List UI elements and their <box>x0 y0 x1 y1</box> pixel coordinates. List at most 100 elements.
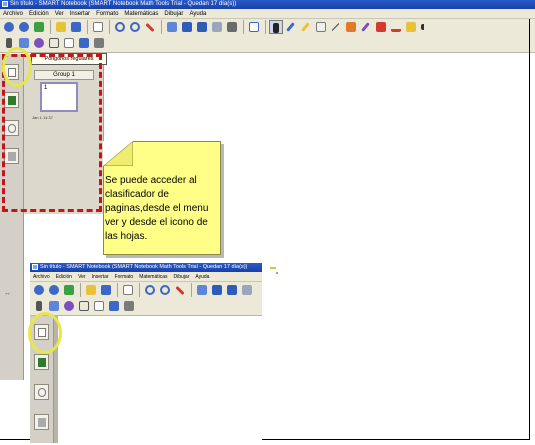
page-icon[interactable] <box>62 36 76 50</box>
stray-mark <box>270 267 276 269</box>
text-icon[interactable] <box>389 20 403 34</box>
redo-icon[interactable] <box>158 283 172 297</box>
back-icon[interactable] <box>32 283 46 297</box>
table-icon[interactable] <box>247 20 261 34</box>
smart-notebook-app-icon <box>32 264 38 270</box>
redo-icon[interactable] <box>128 20 142 34</box>
shapes-icon[interactable] <box>62 299 76 313</box>
line-icon[interactable] <box>329 20 343 34</box>
second-toolbar-row-1 <box>32 283 255 299</box>
note-text: Se puede acceder al clasificador de pagi… <box>105 175 209 242</box>
dual-screen-icon[interactable] <box>195 20 209 34</box>
gallery-icon[interactable] <box>92 36 106 50</box>
toolbar-separator <box>191 283 192 297</box>
attachments-icon <box>38 388 46 397</box>
gallery-tab[interactable] <box>34 354 49 370</box>
toolbar-separator <box>139 283 140 297</box>
menu-ver[interactable]: Ver <box>52 9 67 18</box>
text-tool-icon[interactable] <box>77 299 91 313</box>
canvas-right-border <box>529 19 530 439</box>
menu-ayuda[interactable]: Ayuda <box>186 9 209 18</box>
undo-icon[interactable] <box>113 20 127 34</box>
capture-icon[interactable] <box>240 283 254 297</box>
open-icon[interactable] <box>54 20 68 34</box>
gallery-icon[interactable] <box>122 299 136 313</box>
window-title: Sin título - SMART Notebook (SMART Noteb… <box>10 1 237 7</box>
menu-archivo[interactable]: Archivo <box>30 272 53 281</box>
screen-shade-icon[interactable] <box>195 283 209 297</box>
stray-dot <box>276 272 278 274</box>
page-icon[interactable] <box>92 299 106 313</box>
select-icon[interactable] <box>269 20 283 34</box>
eraser-icon[interactable] <box>314 20 328 34</box>
toolbar-separator <box>117 283 118 297</box>
menu-ver[interactable]: Ver <box>75 272 89 281</box>
document-camera-icon[interactable] <box>225 20 239 34</box>
paste-icon[interactable] <box>121 283 135 297</box>
menu-dibujar[interactable]: Dibujar <box>161 9 186 18</box>
dual-screen-icon[interactable] <box>225 283 239 297</box>
toolbar-separator <box>161 20 162 34</box>
add-page-icon[interactable] <box>32 20 46 34</box>
menu-archivo[interactable]: Archivo <box>0 9 26 18</box>
more-icon[interactable] <box>419 20 433 34</box>
menu-dibujar[interactable]: Dibujar <box>171 272 193 281</box>
fill-icon[interactable] <box>374 20 388 34</box>
resize-handle-icon[interactable]: ↔ <box>4 290 11 297</box>
delete-icon[interactable] <box>173 283 187 297</box>
delete-icon[interactable] <box>143 20 157 34</box>
main-toolbar <box>0 19 535 53</box>
gallery-icon <box>38 358 46 367</box>
text-tool-icon[interactable] <box>47 36 61 50</box>
toolbar-separator <box>80 283 81 297</box>
menu-insertar[interactable]: Insertar <box>89 272 112 281</box>
forward-icon[interactable] <box>47 283 61 297</box>
second-toolbar <box>30 282 262 316</box>
menu-edicion[interactable]: Edición <box>26 9 52 18</box>
highlight-circle <box>2 47 32 87</box>
open-icon[interactable] <box>84 283 98 297</box>
callout-note: Se puede acceder al clasificador de pagi… <box>103 141 221 255</box>
toolbar-separator <box>109 20 110 34</box>
screen-shade-icon[interactable] <box>165 20 179 34</box>
toolbar-separator <box>87 20 88 34</box>
shapes-icon[interactable] <box>32 36 46 50</box>
second-window-screenshot: Sin título - SMART Notebook (SMART Noteb… <box>30 263 262 443</box>
attachments-tab[interactable] <box>34 384 49 400</box>
sigma-icon[interactable] <box>32 299 46 313</box>
smart-notebook-app-icon <box>2 1 8 7</box>
toolbar-row-1 <box>2 20 434 36</box>
edit-icon[interactable] <box>107 299 121 313</box>
capture-icon[interactable] <box>210 20 224 34</box>
menu-edicion[interactable]: Edición <box>53 272 75 281</box>
edit-icon[interactable] <box>77 36 91 50</box>
undo-icon[interactable] <box>143 283 157 297</box>
save-icon[interactable] <box>69 20 83 34</box>
magic-pen-icon[interactable] <box>359 20 373 34</box>
measure-icon[interactable] <box>47 299 61 313</box>
full-screen-icon[interactable] <box>210 283 224 297</box>
add-page-icon[interactable] <box>62 283 76 297</box>
back-icon[interactable] <box>2 20 16 34</box>
menu-formato[interactable]: Formato <box>112 272 137 281</box>
menu-insertar[interactable]: Insertar <box>67 9 93 18</box>
menu-matematicas[interactable]: Matemáticas <box>121 9 161 18</box>
paste-icon[interactable] <box>91 20 105 34</box>
pen-icon[interactable] <box>284 20 298 34</box>
menu-matematicas[interactable]: Matemáticas <box>136 272 170 281</box>
screenshot-root: Sin título - SMART Notebook (SMART Noteb… <box>0 0 535 445</box>
save-icon[interactable] <box>99 283 113 297</box>
toolbar-separator <box>50 20 51 34</box>
window-title-bar: Sin título - SMART Notebook (SMART Noteb… <box>0 0 535 9</box>
menu-bar: Archivo Edición Ver Insertar Formato Matemáti… <box>0 9 535 19</box>
properties-icon[interactable] <box>404 20 418 34</box>
creative-pen-icon[interactable] <box>299 20 313 34</box>
forward-icon[interactable] <box>17 20 31 34</box>
properties-tab[interactable] <box>34 414 49 430</box>
menu-ayuda[interactable]: Ayuda <box>192 272 212 281</box>
second-menu-bar: Archivo Edición Ver Insertar Formato Matemáti… <box>30 272 262 282</box>
full-screen-icon[interactable] <box>180 20 194 34</box>
shape-icon[interactable] <box>344 20 358 34</box>
second-window-title: Sin título - SMART Notebook (SMART Noteb… <box>40 264 248 270</box>
menu-formato[interactable]: Formato <box>93 9 121 18</box>
